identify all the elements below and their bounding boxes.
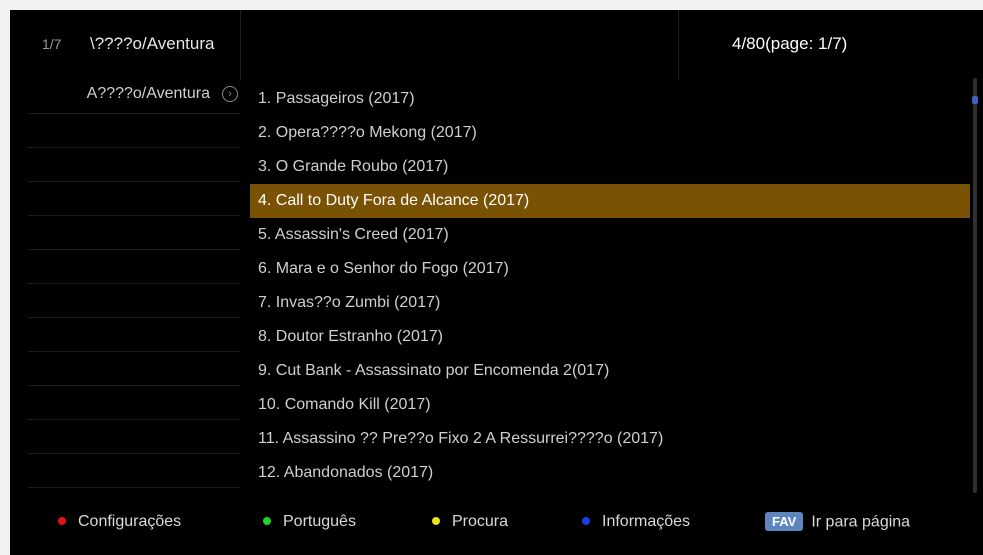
yellow-key-hint[interactable]: Procura: [432, 513, 508, 531]
movie-list-item[interactable]: 2. Opera????o Mekong (2017): [250, 116, 970, 150]
movie-list-item[interactable]: 11. Assassino ?? Pre??o Fixo 2 A Ressurr…: [250, 422, 970, 456]
category-empty-slot: [28, 352, 240, 386]
category-label: A????o/Aventura: [86, 85, 210, 102]
header-category-panel: 1/7 \????o/Aventura: [10, 10, 241, 80]
blue-dot-icon: [582, 516, 590, 525]
category-empty-slot: [28, 216, 240, 250]
scrollbar-thumb[interactable]: [972, 96, 978, 104]
category-item[interactable]: A????o/Aventura ›: [28, 80, 240, 114]
header-category-title: \????o/Aventura: [90, 34, 215, 53]
movie-list-item[interactable]: 7. Invas??o Zumbi (2017): [250, 286, 970, 320]
red-key-label: Configurações: [78, 513, 182, 530]
item-count-indicator: 4/80(page: 1/7): [732, 34, 848, 53]
movie-list-item[interactable]: 9. Cut Bank - Assassinato por Encomenda …: [250, 354, 970, 388]
fav-badge: FAV: [765, 512, 804, 531]
list-scrollbar[interactable]: [972, 78, 978, 493]
category-empty-slot: [28, 114, 240, 148]
movie-list-item[interactable]: 1. Passageiros (2017): [250, 82, 970, 116]
movie-list-item[interactable]: 6. Mara e o Senhor do Fogo (2017): [250, 252, 970, 286]
header-bar: 1/7 \????o/Aventura 4/80(page: 1/7): [10, 10, 983, 80]
category-empty-slot: [28, 250, 240, 284]
yellow-key-label: Procura: [452, 513, 509, 530]
green-dot-icon: [263, 516, 271, 525]
movie-list-item[interactable]: 5. Assassin's Creed (2017): [250, 218, 970, 252]
red-key-hint[interactable]: Configurações: [58, 513, 181, 531]
category-empty-slot: [28, 284, 240, 318]
category-empty-slot: [28, 182, 240, 216]
green-key-label: Português: [283, 513, 356, 530]
footer-legend: Configurações Português Procura Informaç…: [10, 503, 983, 543]
fav-key-hint[interactable]: FAV Ir para página: [765, 512, 911, 532]
category-empty-slot: [28, 420, 240, 454]
yellow-dot-icon: [432, 516, 440, 525]
movie-list-item[interactable]: 8. Doutor Estranho (2017): [250, 320, 970, 354]
category-empty-slot: [28, 386, 240, 420]
category-list: A????o/Aventura ›: [28, 80, 240, 493]
movie-list: 1. Passageiros (2017) 2. Opera????o Meko…: [250, 82, 970, 494]
movie-list-item-selected[interactable]: 4. Call to Duty Fora de Alcance (2017): [250, 184, 970, 218]
red-dot-icon: [58, 516, 66, 525]
category-empty-slot: [28, 454, 240, 488]
movie-list-item[interactable]: 3. O Grande Roubo (2017): [250, 150, 970, 184]
category-empty-slot: [28, 148, 240, 182]
blue-key-label: Informações: [602, 513, 691, 530]
category-page-indicator: 1/7: [42, 36, 62, 52]
tv-screen: 1/7 \????o/Aventura 4/80(page: 1/7) A???…: [10, 10, 983, 555]
movie-list-item[interactable]: 12. Abandonados (2017): [250, 456, 970, 490]
chevron-right-icon: ›: [222, 86, 238, 102]
green-key-hint[interactable]: Português: [263, 513, 356, 531]
header-spacer: [241, 10, 679, 80]
fav-key-label: Ir para página: [811, 513, 911, 531]
blue-key-hint[interactable]: Informações: [582, 513, 690, 531]
category-empty-slot: [28, 318, 240, 352]
movie-list-item[interactable]: 10. Comando Kill (2017): [250, 388, 970, 422]
